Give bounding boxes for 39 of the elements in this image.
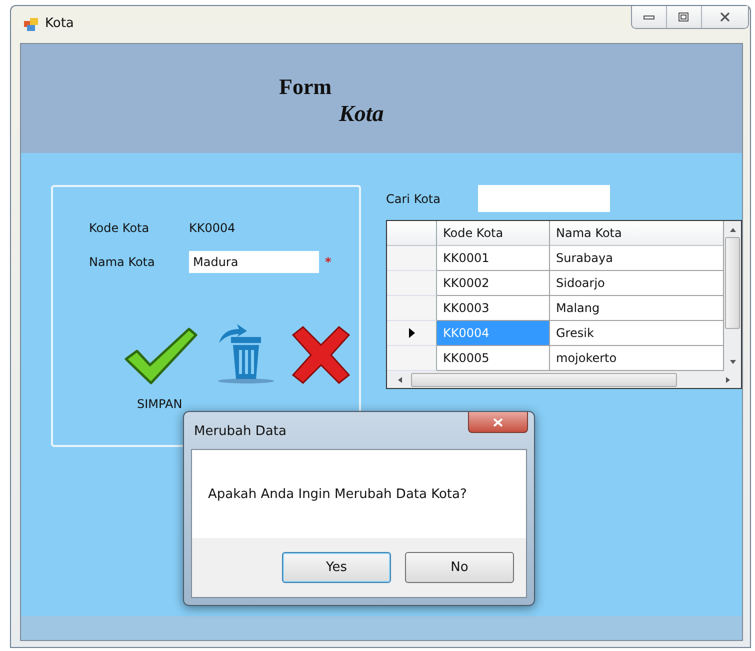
close-icon xyxy=(719,12,731,22)
field-value: KK0004 xyxy=(189,221,236,235)
column-header[interactable]: Kode Kota xyxy=(437,221,550,246)
current-row-icon xyxy=(408,328,414,338)
table-cell[interactable]: KK0001 xyxy=(437,246,550,271)
scroll-down-icon[interactable] xyxy=(728,359,736,365)
header-title: Form xyxy=(279,74,332,100)
field-label: Nama Kota xyxy=(89,255,156,269)
maximize-icon xyxy=(678,12,690,22)
scroll-up-icon[interactable] xyxy=(728,227,736,233)
scroll-right-icon[interactable] xyxy=(725,376,731,384)
yes-button[interactable]: Yes xyxy=(282,552,391,583)
checkmark-icon[interactable] xyxy=(123,327,199,385)
no-button[interactable]: No xyxy=(405,552,514,583)
close-button[interactable] xyxy=(468,412,528,433)
minimize-icon xyxy=(643,13,655,21)
window-title: Kota xyxy=(45,16,74,31)
horizontal-scrollbar[interactable] xyxy=(387,371,741,388)
close-icon xyxy=(493,418,503,426)
field-label: Kode Kota xyxy=(89,221,150,235)
search-field[interactable] xyxy=(478,185,610,212)
close-button[interactable] xyxy=(702,6,748,28)
row-header[interactable] xyxy=(387,321,437,346)
column-header[interactable]: Nama Kota xyxy=(550,221,724,246)
corner-header xyxy=(387,221,437,246)
search-label: Cari Kota xyxy=(386,192,442,206)
vertical-scrollbar[interactable] xyxy=(724,221,741,371)
form-icon xyxy=(23,16,39,32)
header-subtitle: Kota xyxy=(339,100,384,128)
dialog-title: Merubah Data xyxy=(194,424,286,439)
save-label: SIMPAN xyxy=(137,397,182,411)
input-field[interactable]: Madura xyxy=(189,251,319,273)
required-mark: * xyxy=(325,255,332,269)
table-cell[interactable]: KK0002 xyxy=(437,271,550,296)
cancel-icon[interactable] xyxy=(289,325,353,385)
dialog-message: Apakah Anda Ingin Merubah Data Kota? xyxy=(208,486,467,502)
minimize-button[interactable] xyxy=(632,6,667,28)
scroll-left-icon[interactable] xyxy=(397,376,403,384)
maximize-button[interactable] xyxy=(667,6,702,28)
